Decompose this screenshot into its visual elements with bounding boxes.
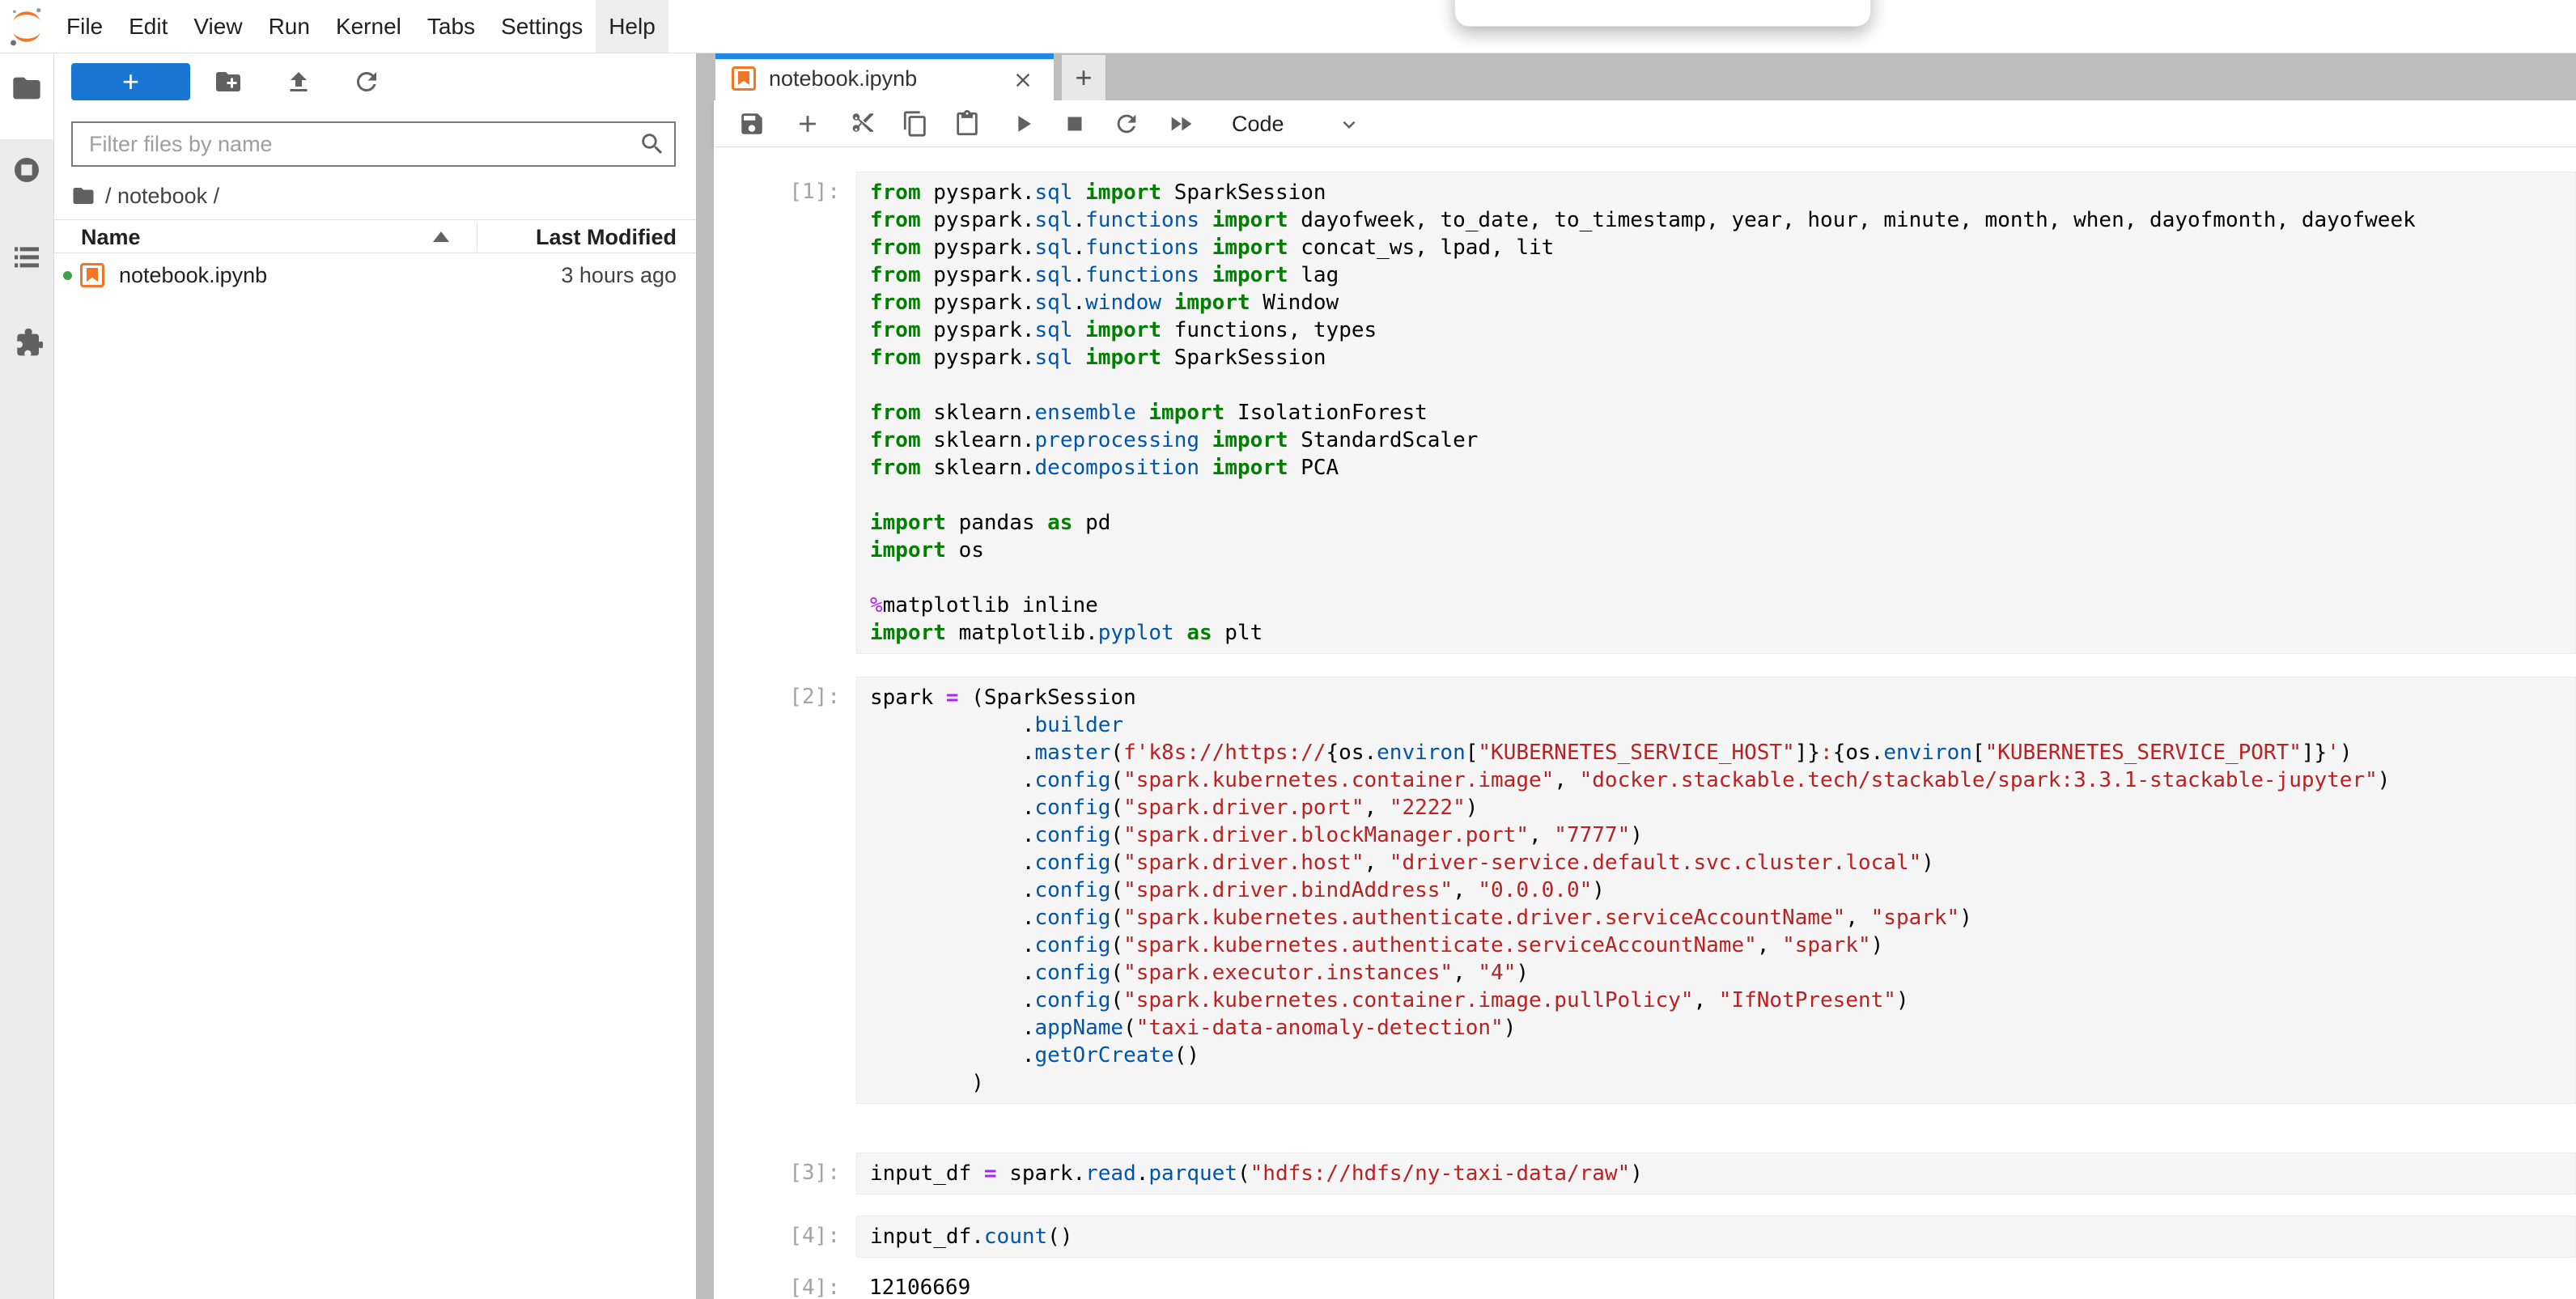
cell-output-text: 12106669: [869, 1274, 970, 1299]
activity-bar: [0, 53, 54, 1299]
jupyter-logo-icon: [0, 0, 53, 53]
menu-run[interactable]: Run: [256, 0, 323, 53]
main-dock-panel: notebook.ipynb +: [714, 53, 2576, 1299]
menu-settings[interactable]: Settings: [488, 0, 596, 53]
search-icon: [639, 130, 666, 158]
cell-input-prompt: [4]:: [714, 1222, 840, 1250]
copy-cell-icon[interactable]: [902, 110, 929, 138]
refresh-icon[interactable]: [352, 67, 381, 96]
tab-label: notebook.ipynb: [769, 66, 917, 91]
menu-kernel[interactable]: Kernel: [323, 0, 414, 53]
new-folder-icon[interactable]: [214, 67, 243, 96]
file-modified-time: 3 hours ago: [561, 263, 677, 288]
sort-ascending-icon: [433, 231, 449, 242]
paste-cell-icon[interactable]: [953, 110, 981, 138]
restart-run-all-icon[interactable]: [1167, 110, 1195, 138]
file-list-header: Name Last Modified: [54, 220, 696, 253]
stop-kernel-icon[interactable]: [1061, 110, 1089, 138]
cell-output-prompt: [4]:: [714, 1274, 840, 1299]
close-tab-icon[interactable]: [1012, 69, 1034, 91]
cell-input-prompt: [2]:: [714, 683, 840, 711]
menu-tabs[interactable]: Tabs: [414, 0, 488, 53]
kernel-running-dot: [63, 271, 72, 280]
column-header-modified[interactable]: Last Modified: [536, 225, 677, 250]
menu-edit[interactable]: Edit: [116, 0, 180, 53]
upload-icon[interactable]: [284, 67, 313, 96]
extensions-icon[interactable]: [11, 325, 43, 357]
cell-input-prompt: [3]:: [714, 1159, 840, 1187]
file-browser-panel: + / notebook / Name Last Modified notebo…: [54, 53, 696, 1299]
code-cell-input[interactable]: input_df = spark.read.parquet("hdfs://hd…: [856, 1153, 2576, 1195]
tab-bar: notebook.ipynb +: [714, 53, 2576, 100]
tab-notebook[interactable]: notebook.ipynb: [715, 53, 1054, 100]
file-row[interactable]: notebook.ipynb 3 hours ago: [54, 254, 696, 296]
chevron-down-icon[interactable]: [1337, 112, 1361, 137]
table-of-contents-icon[interactable]: [11, 240, 43, 273]
notebook-file-icon: [80, 263, 104, 287]
cell-type-dropdown[interactable]: Code: [1232, 100, 1284, 147]
new-tab-button[interactable]: +: [1062, 55, 1106, 100]
menu-help[interactable]: Help: [596, 0, 668, 53]
code-cell-input[interactable]: from pyspark.sql import SparkSessionfrom…: [856, 172, 2576, 654]
menu-view[interactable]: View: [180, 0, 255, 53]
cell-input-prompt: [1]:: [714, 178, 840, 206]
filter-files-box: [71, 121, 676, 167]
file-name: notebook.ipynb: [119, 263, 267, 288]
notebook-toolbar: Code: [714, 100, 2576, 147]
run-cell-icon[interactable]: [1009, 110, 1037, 138]
breadcrumb[interactable]: / notebook /: [71, 180, 219, 212]
menu-file[interactable]: File: [53, 0, 116, 53]
panel-splitter[interactable]: [696, 53, 714, 1299]
browser-popup: github.com: [1454, 0, 1871, 27]
cut-cell-icon[interactable]: [848, 110, 876, 138]
column-header-name[interactable]: Name: [81, 225, 141, 250]
file-browser-icon[interactable]: [11, 72, 43, 104]
home-folder-icon: [71, 184, 95, 208]
running-kernels-icon[interactable]: [11, 154, 43, 186]
code-cell-input[interactable]: spark = (SparkSession .builder .master(f…: [856, 677, 2576, 1104]
new-launcher-button[interactable]: +: [71, 63, 190, 100]
notebook-file-icon: [732, 66, 756, 91]
restart-kernel-icon[interactable]: [1113, 110, 1140, 138]
save-icon[interactable]: [738, 110, 766, 138]
filter-files-input[interactable]: [73, 123, 674, 165]
breadcrumb-path: / notebook /: [105, 184, 219, 209]
notebook-content: [4]: 12106669 [1]: from pyspark.sql impor…: [714, 147, 2576, 1299]
add-cell-icon[interactable]: [794, 110, 821, 138]
code-cell-input[interactable]: input_df.count(): [856, 1216, 2576, 1258]
menu-bar: File Edit View Run Kernel Tabs Settings …: [0, 0, 2576, 53]
